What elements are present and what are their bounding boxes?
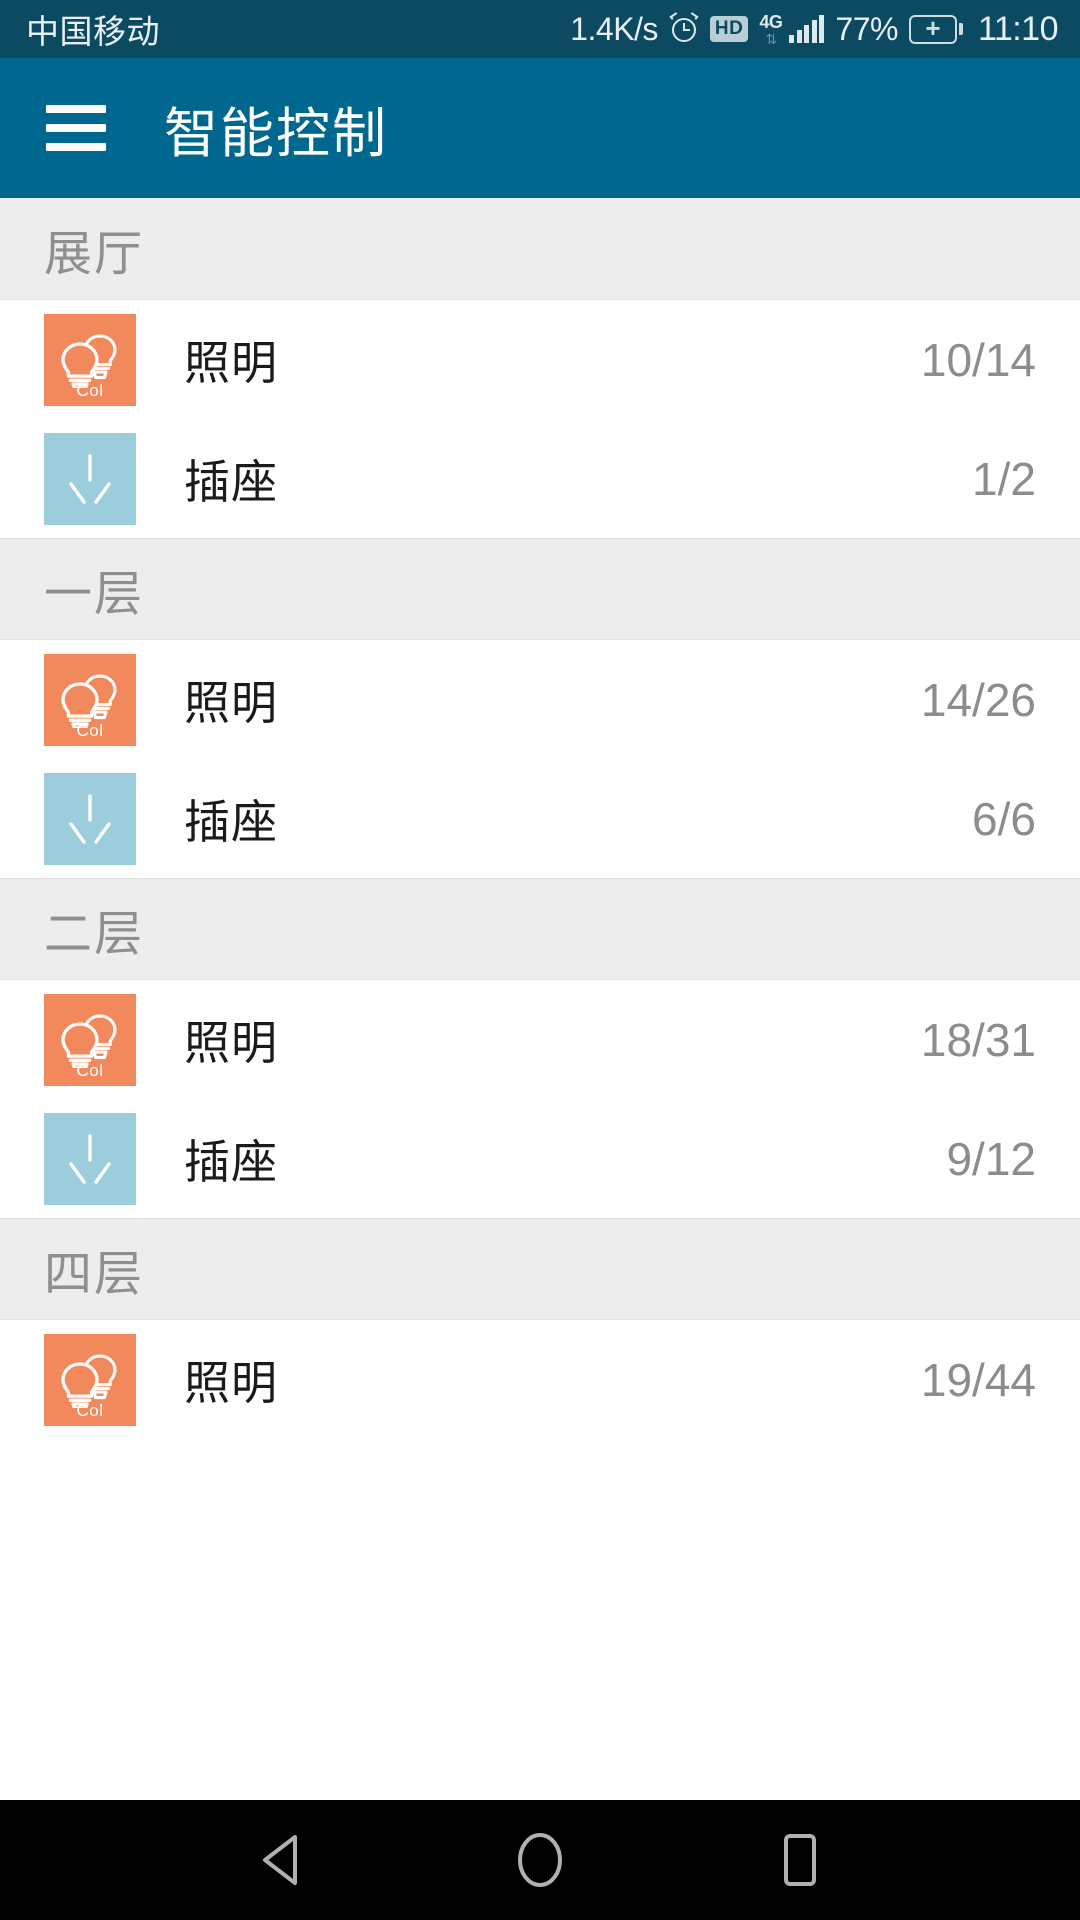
alarm-clock-icon [669, 12, 699, 44]
carrier-label: 中国移动 [26, 13, 160, 50]
icon-caption: Col [76, 1400, 104, 1420]
device-count: 18/31 [920, 1013, 1036, 1066]
device-label: 照明 [184, 1016, 278, 1069]
lighting-bulbs-icon: Col [44, 653, 136, 746]
device-count: 9/12 [946, 1132, 1036, 1185]
device-label: 插座 [184, 455, 278, 508]
home-circle-icon[interactable] [505, 1825, 575, 1895]
device-count: 6/6 [972, 792, 1036, 845]
device-count: 1/2 [972, 452, 1036, 505]
page-title: 智能控制 [164, 103, 388, 164]
device-label: 插座 [184, 795, 278, 848]
phone-screen: 中国移动 1.4K/s HD 4G ⇅ 77% + 11:10 智能控制 展厅 … [0, 0, 1080, 1920]
device-row[interactable]: 插座 6/6 [0, 759, 1080, 878]
clock-label: 11:10 [977, 9, 1059, 48]
power-socket-icon [44, 432, 136, 525]
hamburger-menu-icon[interactable] [46, 105, 106, 151]
device-row[interactable]: Col 照明 18/31 [0, 980, 1080, 1099]
device-row[interactable]: Col 照明 14/26 [0, 640, 1080, 759]
section-header: 二层 [0, 878, 1080, 980]
lighting-bulbs-icon: Col [44, 1333, 136, 1426]
power-socket-icon [44, 1112, 136, 1205]
device-row[interactable]: Col 照明 10/14 [0, 300, 1080, 419]
device-label: 照明 [184, 676, 278, 729]
battery-percent-label: 77% [835, 10, 898, 47]
section-header: 四层 [0, 1218, 1080, 1320]
section-title: 二层 [44, 908, 145, 961]
device-label: 插座 [184, 1135, 278, 1188]
data-transfer-arrows-icon: ⇅ [765, 30, 778, 47]
device-count: 10/14 [920, 333, 1036, 386]
back-triangle-icon[interactable] [245, 1825, 315, 1895]
section-header: 展厅 [0, 198, 1080, 300]
section-title: 四层 [44, 1248, 145, 1301]
network-speed-label: 1.4K/s [570, 10, 658, 47]
device-count: 14/26 [920, 673, 1036, 726]
status-bar: 中国移动 1.4K/s HD 4G ⇅ 77% + 11:10 [0, 0, 1080, 58]
device-row[interactable]: Col 照明 19/44 [0, 1320, 1080, 1439]
icon-caption: Col [76, 380, 104, 400]
device-row[interactable]: 插座 9/12 [0, 1099, 1080, 1218]
section-title: 一层 [44, 568, 145, 621]
device-label: 照明 [184, 1356, 278, 1409]
section-title: 展厅 [44, 227, 145, 281]
power-socket-icon [44, 772, 136, 865]
app-bar: 智能控制 [0, 58, 1080, 198]
section-header: 一层 [0, 538, 1080, 640]
device-label: 照明 [184, 336, 278, 389]
recents-square-icon[interactable] [765, 1825, 835, 1895]
network-type-label: 4G [759, 11, 783, 32]
network-type-icon: 4G ⇅ [759, 11, 783, 47]
android-navigation-bar [0, 1800, 1080, 1920]
hd-icon: HD [709, 16, 749, 42]
icon-caption: Col [76, 720, 104, 740]
icon-caption: Col [76, 1060, 104, 1080]
device-row[interactable]: 插座 1/2 [0, 419, 1080, 538]
status-icons: 1.4K/s HD 4G ⇅ 77% + 11:10 [570, 10, 1058, 49]
signal-strength-icon [789, 15, 825, 43]
lighting-bulbs-icon: Col [44, 313, 136, 406]
device-list: 展厅 Col 照明 10/14 插座 1/2 一层 Col 照明 14/26 插座 6/6 二层… [0, 198, 1080, 1800]
lighting-bulbs-icon: Col [44, 993, 136, 1086]
battery-charging-icon: + [908, 14, 963, 44]
device-count: 19/44 [920, 1353, 1036, 1406]
